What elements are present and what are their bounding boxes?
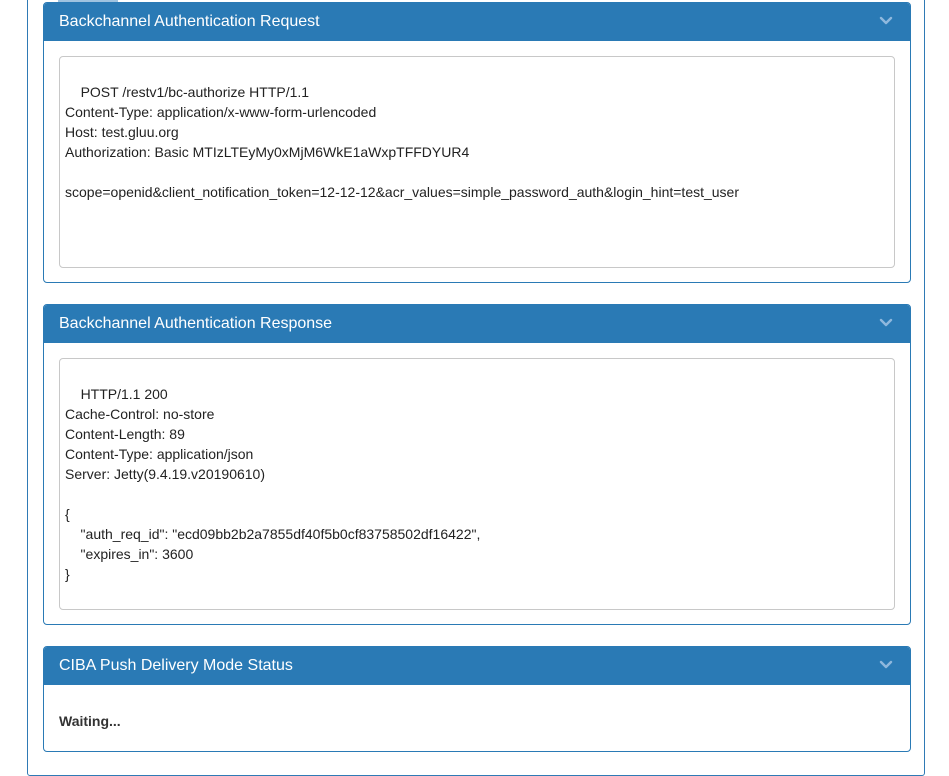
response-panel-title: Backchannel Authentication Response <box>59 315 333 332</box>
status-panel-title: CIBA Push Delivery Mode Status <box>59 657 293 674</box>
status-text: Waiting... <box>59 713 121 729</box>
chevron-down-icon[interactable] <box>879 658 893 672</box>
response-panel-heading[interactable]: Backchannel Authentication Response <box>44 305 910 343</box>
chevron-down-icon[interactable] <box>879 316 893 330</box>
status-panel: CIBA Push Delivery Mode Status Waiting..… <box>43 646 911 752</box>
resize-grip-icon[interactable] <box>884 599 893 608</box>
request-panel: Backchannel Authentication Request POST … <box>43 2 911 283</box>
resize-grip-icon[interactable] <box>884 257 893 266</box>
response-body: HTTP/1.1 200 Cache-Control: no-store Con… <box>65 386 481 582</box>
chevron-down-icon[interactable] <box>879 14 893 28</box>
request-panel-title: Backchannel Authentication Request <box>59 13 320 30</box>
request-body: POST /restv1/bc-authorize HTTP/1.1 Conte… <box>65 84 740 200</box>
response-textarea[interactable]: HTTP/1.1 200 Cache-Control: no-store Con… <box>59 358 895 610</box>
request-panel-heading[interactable]: Backchannel Authentication Request <box>44 3 910 41</box>
response-panel: Backchannel Authentication Response HTTP… <box>43 304 911 625</box>
status-panel-heading[interactable]: CIBA Push Delivery Mode Status <box>44 647 910 685</box>
request-textarea[interactable]: POST /restv1/bc-authorize HTTP/1.1 Conte… <box>59 56 895 268</box>
